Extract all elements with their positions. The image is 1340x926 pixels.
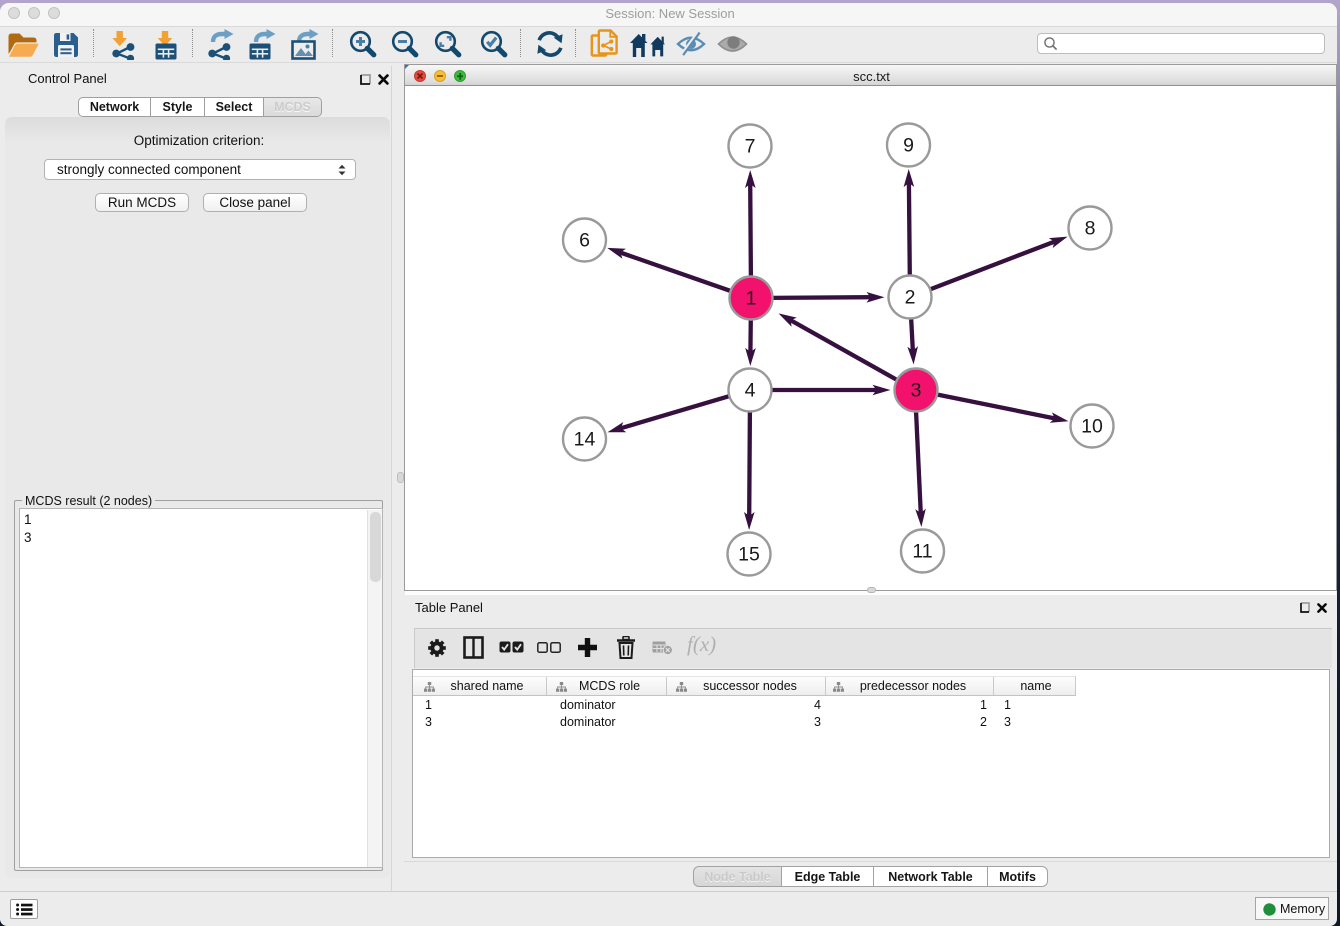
svg-text:9: 9 [903,135,914,157]
svg-text:6: 6 [579,230,590,252]
svg-text:7: 7 [745,136,756,158]
svg-text:11: 11 [912,541,932,563]
svg-text:14: 14 [574,429,596,451]
svg-text:10: 10 [1081,416,1103,438]
svg-text:15: 15 [738,544,760,566]
svg-text:4: 4 [745,380,756,402]
svg-text:3: 3 [911,380,922,402]
svg-text:2: 2 [905,287,916,309]
svg-text:1: 1 [746,288,757,310]
svg-text:8: 8 [1085,218,1096,240]
